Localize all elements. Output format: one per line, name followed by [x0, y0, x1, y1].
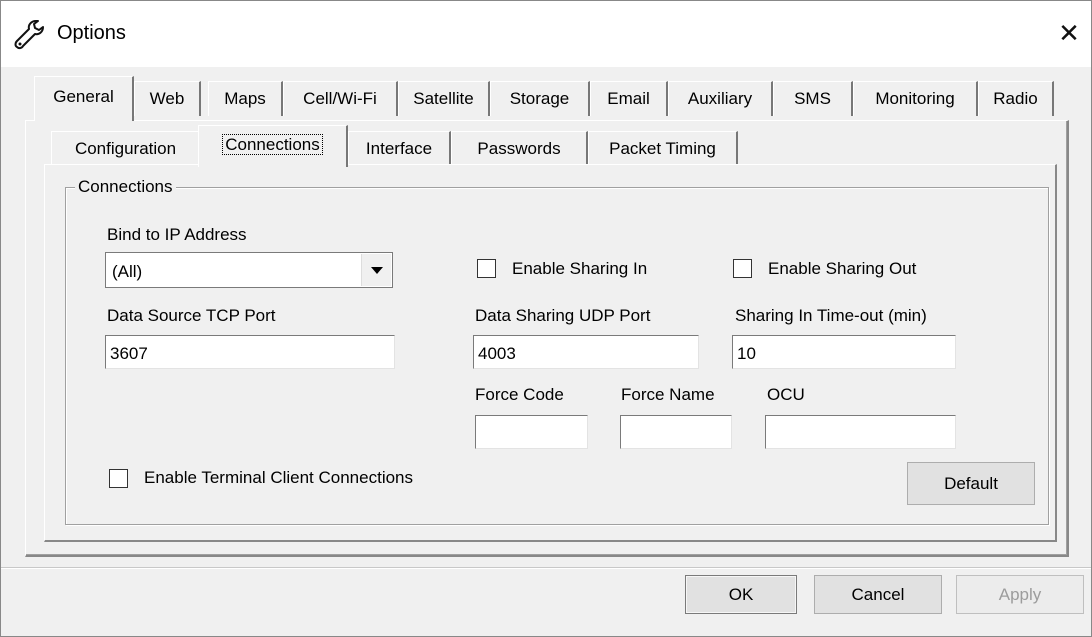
- tab-label: Auxiliary: [687, 89, 753, 108]
- subtab-label: Packet Timing: [609, 139, 716, 158]
- udp-port-field[interactable]: 4003: [473, 335, 699, 369]
- tab-cell-wifi[interactable]: Cell/Wi-Fi: [283, 81, 398, 116]
- tab-label: Storage: [509, 89, 570, 108]
- close-button[interactable]: ✕: [1051, 15, 1087, 51]
- udp-port-label: Data Sharing UDP Port: [475, 306, 651, 325]
- tab-storage[interactable]: Storage: [490, 81, 590, 116]
- sharing-timeout-field[interactable]: 10: [732, 335, 956, 369]
- tab-label: Satellite: [413, 89, 474, 108]
- subtab-passwords[interactable]: Passwords: [451, 131, 588, 165]
- tab-label: Maps: [224, 89, 266, 108]
- subtab-label: Interface: [365, 139, 433, 158]
- tab-label: Email: [607, 89, 650, 108]
- enable-terminal-client-checkbox[interactable]: [109, 469, 128, 488]
- groupbox-title: Connections: [75, 177, 176, 197]
- title-bar: Options ✕: [1, 1, 1091, 67]
- tab-email[interactable]: Email: [590, 81, 668, 116]
- tab-general[interactable]: General: [34, 76, 134, 121]
- tab-monitoring[interactable]: Monitoring: [853, 81, 978, 116]
- enable-sharing-in-label: Enable Sharing In: [512, 259, 648, 278]
- force-name-label: Force Name: [621, 385, 715, 404]
- chevron-down-icon[interactable]: [361, 254, 391, 286]
- subtab-label: Configuration: [74, 139, 177, 158]
- enable-sharing-out-checkbox[interactable]: [733, 259, 752, 278]
- tab-sms[interactable]: SMS: [773, 81, 853, 116]
- tab-label: General: [53, 87, 114, 106]
- tab-label: Web: [149, 89, 185, 108]
- enable-sharing-out-label: Enable Sharing Out: [768, 259, 917, 278]
- subtab-connections[interactable]: Connections: [198, 125, 348, 167]
- subtab-packet-timing[interactable]: Packet Timing: [588, 131, 738, 165]
- tab-label: Monitoring: [875, 89, 955, 108]
- sharing-timeout-label: Sharing In Time-out (min): [735, 306, 927, 325]
- enable-terminal-client-label: Enable Terminal Client Connections: [144, 468, 414, 487]
- tcp-port-label: Data Source TCP Port: [107, 306, 276, 325]
- tcp-port-field[interactable]: 3607: [105, 335, 395, 369]
- tab-satellite[interactable]: Satellite: [398, 81, 490, 116]
- options-dialog: Options ✕ General Web Maps Cell/Wi-Fi Sa…: [0, 0, 1092, 637]
- tab-label: Cell/Wi-Fi: [303, 89, 377, 108]
- bind-ip-label: Bind to IP Address: [107, 225, 247, 244]
- wrench-icon: [14, 20, 44, 50]
- footer-divider: [1, 567, 1091, 569]
- enable-sharing-in-checkbox[interactable]: [477, 259, 496, 278]
- tab-radio[interactable]: Radio: [978, 81, 1054, 116]
- tab-label: SMS: [794, 89, 831, 108]
- bind-ip-value: (All): [112, 262, 143, 281]
- tab-web[interactable]: Web: [134, 81, 201, 116]
- window-title: Options: [57, 22, 126, 44]
- ocu-field[interactable]: [765, 415, 956, 449]
- ocu-label: OCU: [767, 385, 805, 404]
- bind-ip-select[interactable]: (All): [105, 252, 393, 288]
- subtab-label: Passwords: [477, 139, 561, 158]
- ok-button[interactable]: OK: [685, 575, 797, 614]
- subtab-configuration[interactable]: Configuration: [51, 131, 201, 165]
- apply-button[interactable]: Apply: [956, 575, 1084, 614]
- subtab-interface[interactable]: Interface: [348, 131, 451, 165]
- default-button[interactable]: Default: [907, 462, 1035, 505]
- subtab-label: Connections: [222, 134, 323, 155]
- force-name-field[interactable]: [620, 415, 732, 449]
- tab-auxiliary[interactable]: Auxiliary: [668, 81, 773, 116]
- force-code-field[interactable]: [475, 415, 588, 449]
- force-code-label: Force Code: [475, 385, 564, 404]
- tab-maps[interactable]: Maps: [208, 81, 283, 116]
- cancel-button[interactable]: Cancel: [814, 575, 942, 614]
- tab-label: Radio: [993, 89, 1038, 108]
